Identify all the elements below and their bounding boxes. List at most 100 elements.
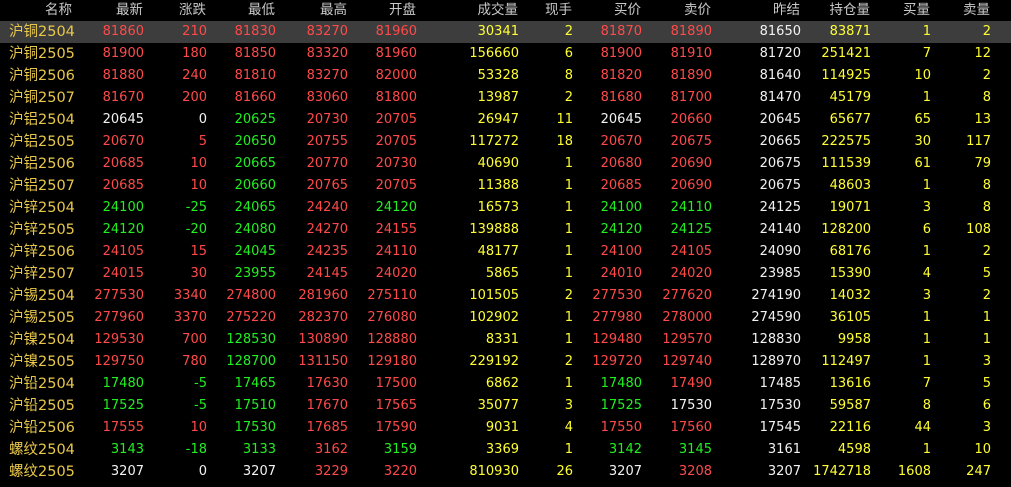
quote-row[interactable]: 沪锌2507 24015 30 23955 24145 24020 5865 1 24010 24… [0,263,1011,285]
bid-volume: 61 [914,156,931,171]
quote-row[interactable]: 沪锡2504 277530 3340 274800 281960 275110 101505… [0,285,1011,307]
ask-price: 277620 [662,288,712,303]
high-price: 17630 [306,376,348,391]
ask-price: 17490 [670,376,712,391]
quote-row[interactable]: 沪铝2505 20670 5 20650 20755 20705 117272 18 20670… [0,131,1011,153]
prev-settle: 81640 [759,68,801,83]
column-header-open-interest[interactable]: 持仓量 [810,0,871,20]
volume: 5865 [485,266,519,281]
bid-price: 17550 [600,420,642,435]
open-interest: 128200 [821,222,871,237]
low-price: 128530 [226,332,276,347]
column-header-high[interactable]: 最高 [285,0,347,20]
column-header-volume[interactable]: 成交量 [455,0,519,20]
bid-price: 129480 [592,332,642,347]
column-header-latest[interactable]: 最新 [90,0,143,20]
volume: 30341 [477,24,519,39]
current-hand: 1 [564,178,573,193]
open-price: 3159 [383,442,417,457]
bid-volume: 65 [914,112,931,127]
ask-volume: 3 [982,420,991,435]
low-price: 3207 [242,464,276,479]
ask-volume: 13 [974,112,991,127]
price-change: 3370 [173,310,207,325]
latest-price: 20670 [102,134,144,149]
open-price: 24110 [375,244,417,259]
ask-volume: 2 [982,68,991,83]
quote-row[interactable]: 沪铜2504 81860 210 81830 83270 81960 30341 2 81870… [0,21,1011,43]
price-change: -25 [185,200,207,215]
bid-volume: 1 [922,332,931,347]
low-price: 24080 [234,222,276,237]
quote-row[interactable]: 沪铝2507 20685 10 20660 20765 20705 11388 1 20685 2… [0,175,1011,197]
volume: 26947 [477,112,519,127]
prev-settle: 20645 [759,112,801,127]
quote-row[interactable]: 沪铝2504 20645 0 20625 20730 20705 26947 11 20645 2… [0,109,1011,131]
column-header-current-hand[interactable]: 现手 [525,0,572,20]
quote-row[interactable]: 沪镍2505 129750 780 128700 131150 129180 229192 2… [0,351,1011,373]
bid-volume: 7 [922,376,931,391]
prev-settle: 128970 [751,354,801,369]
low-price: 128700 [226,354,276,369]
quote-row[interactable]: 沪铅2504 17480 -5 17465 17630 17500 6862 1 17480 17… [0,373,1011,395]
bid-volume: 7 [922,46,931,61]
open-price: 17590 [375,420,417,435]
column-header-bid[interactable]: 买价 [580,0,641,20]
bid-price: 81680 [600,90,642,105]
column-header-change[interactable]: 涨跌 [150,0,206,20]
quote-row[interactable]: 沪铜2506 81880 240 81810 83270 82000 53328 8 81820… [0,65,1011,87]
instrument-name: 沪锌2507 [9,266,75,282]
price-change: 180 [182,46,207,61]
quote-row[interactable]: 沪铜2507 81670 200 81660 83060 81800 13987 2 81680… [0,87,1011,109]
ask-volume: 3 [982,354,991,369]
latest-price: 81900 [102,46,144,61]
high-price: 3229 [314,464,348,479]
quote-row[interactable]: 沪铜2505 81900 180 81850 83320 81960 156660 6 8190… [0,43,1011,65]
open-interest: 59587 [829,398,871,413]
column-header-prev-settle[interactable]: 昨结 [740,0,800,20]
ask-volume: 5 [982,266,991,281]
latest-price: 277960 [94,310,144,325]
high-price: 17670 [306,398,348,413]
price-change: 10 [190,156,207,171]
column-header-ask-vol[interactable]: 卖量 [940,0,990,20]
open-price: 20705 [375,112,417,127]
prev-settle: 3161 [767,442,801,457]
open-price: 24120 [375,200,417,215]
quote-row[interactable]: 沪锌2505 24120 -20 24080 24270 24155 139888 1 2412… [0,219,1011,241]
prev-settle: 23985 [759,266,801,281]
prev-settle: 24125 [759,200,801,215]
quote-row[interactable]: 沪铅2505 17525 -5 17510 17670 17565 35077 3 17525 1… [0,395,1011,417]
column-header-low[interactable]: 最低 [215,0,275,20]
instrument-name: 沪铜2505 [9,46,75,62]
bid-price: 81900 [600,46,642,61]
quote-row[interactable]: 沪镍2504 129530 700 128530 130890 128880 8331 1 12… [0,329,1011,351]
quote-row[interactable]: 螺纹2505 3207 0 3207 3229 3220 810930 26 3207 3208 3… [0,461,1011,483]
column-header-open[interactable]: 开盘 [355,0,416,20]
ask-price: 129570 [662,332,712,347]
bid-volume: 1 [922,310,931,325]
quote-row[interactable]: 螺纹2504 3143 -18 3133 3162 3159 3369 1 3142 3145 31… [0,439,1011,461]
open-interest: 45179 [829,90,871,105]
volume: 11388 [477,178,519,193]
column-header-name[interactable]: 名称 [30,0,72,20]
quote-row[interactable]: 沪锌2504 24100 -25 24065 24240 24120 16573 1 24100… [0,197,1011,219]
column-header-bid-vol[interactable]: 买量 [880,0,930,20]
high-price: 24270 [306,222,348,237]
quote-row[interactable]: 沪铅2506 17555 10 17530 17685 17590 9031 4 17550 17… [0,417,1011,439]
current-hand: 1 [564,442,573,457]
bid-volume: 4 [922,266,931,281]
open-price: 276080 [367,310,417,325]
volume: 229192 [469,354,519,369]
instrument-name: 沪铝2504 [9,112,75,128]
open-price: 82000 [375,68,417,83]
prev-settle: 81720 [759,46,801,61]
low-price: 81810 [234,68,276,83]
high-price: 17685 [306,420,348,435]
open-interest: 65677 [829,112,871,127]
column-header-ask[interactable]: 卖价 [650,0,711,20]
quote-row[interactable]: 沪铝2506 20685 10 20665 20770 20730 40690 1 20680 2… [0,153,1011,175]
high-price: 20730 [306,112,348,127]
quote-row[interactable]: 沪锌2506 24105 15 24045 24235 24110 48177 1 24100 2… [0,241,1011,263]
quote-row[interactable]: 沪锡2505 277960 3370 275220 282370 276080 102902… [0,307,1011,329]
